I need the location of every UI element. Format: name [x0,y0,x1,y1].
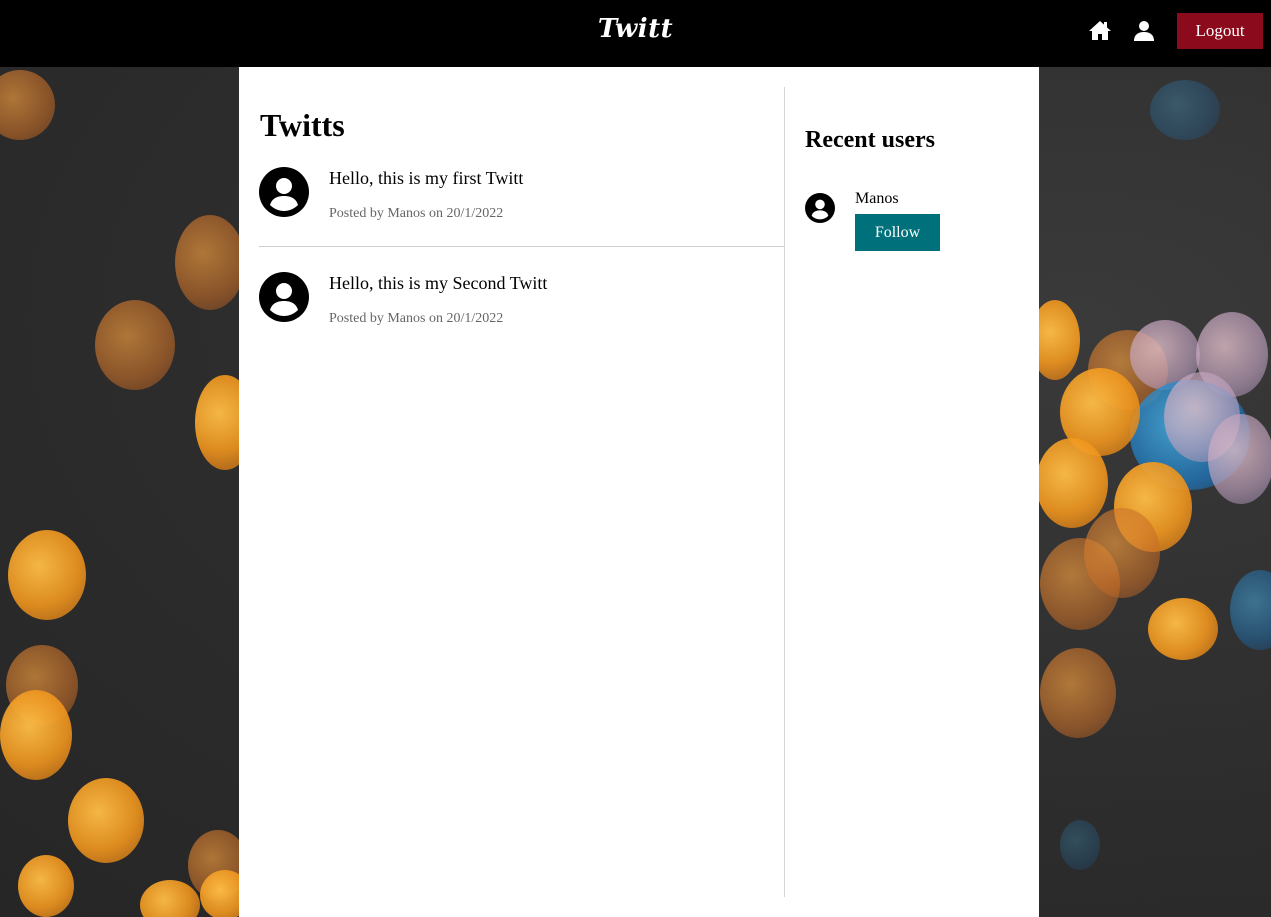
home-icon[interactable] [1088,19,1112,43]
main-panel: Twitts Hello, this is my first Twitt Pos… [239,67,1039,917]
logout-button[interactable]: Logout [1177,13,1263,49]
post-text: Hello, this is my Second Twitt [329,273,548,293]
top-nav-bar: Twitt Logout [0,0,1271,67]
user-name[interactable]: Manos [855,190,899,208]
recent-users-sidebar: Recent users Manos Follow [785,67,1039,917]
follow-button[interactable]: Follow [855,214,940,251]
post-meta: Posted by Manos on 20/1/2022 [329,206,504,221]
app-logo[interactable]: Twitt [0,14,1271,44]
avatar-icon[interactable] [259,272,309,322]
avatar-icon[interactable] [805,193,835,223]
avatar-icon[interactable] [259,167,309,217]
user-icon[interactable] [1132,19,1156,43]
list-item: Hello, this is my Second Twitt Posted by… [259,272,784,377]
page-title: Twitts [260,107,345,143]
twitt-feed: Twitts Hello, this is my first Twitt Pos… [239,67,784,917]
sidebar-title: Recent users [805,127,935,153]
post-meta: Posted by Manos on 20/1/2022 [329,311,504,326]
post-text: Hello, this is my first Twitt [329,168,524,188]
list-item: Hello, this is my first Twitt Posted by … [259,167,784,247]
